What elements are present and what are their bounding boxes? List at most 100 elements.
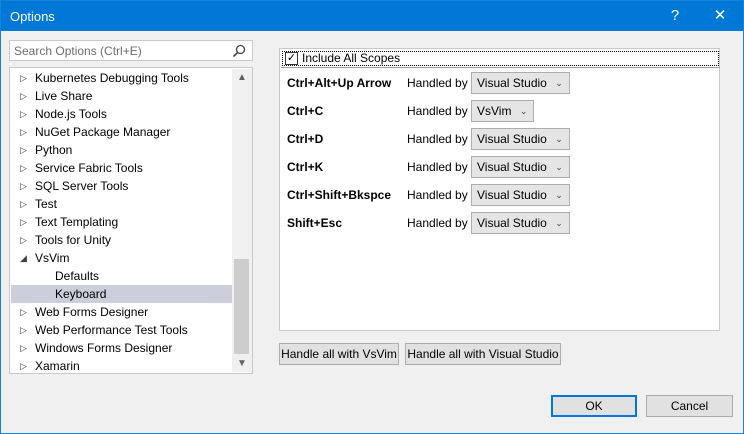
handled-by-label: Handled by xyxy=(407,76,468,90)
handled-by-label: Handled by xyxy=(407,160,468,174)
search-icon[interactable] xyxy=(231,43,247,59)
collapsed-arrow-icon[interactable]: ▷ xyxy=(20,123,30,141)
chevron-down-icon: ⌄ xyxy=(519,106,528,116)
handle-all-vsvim-button[interactable]: Handle all with VsVim xyxy=(279,343,399,365)
tree-item[interactable]: ▷ SQL Server Tools xyxy=(11,177,232,195)
key-binding-row: Shift+Esc Handled by Visual Studio ⌄ xyxy=(280,212,720,234)
handler-dropdown-value: Visual Studio xyxy=(477,216,547,230)
ok-button[interactable]: OK xyxy=(551,395,637,417)
tree-item[interactable]: ▷ NuGet Package Manager xyxy=(11,123,232,141)
collapsed-arrow-icon[interactable]: ▷ xyxy=(20,69,30,87)
collapsed-arrow-icon[interactable]: ▷ xyxy=(20,177,30,195)
key-combo-label: Ctrl+C xyxy=(287,104,324,118)
collapsed-arrow-icon[interactable]: ▷ xyxy=(20,357,30,373)
tree-item[interactable]: Keyboard xyxy=(11,285,232,303)
handler-dropdown[interactable]: Visual Studio ⌄ xyxy=(471,72,570,94)
tree-item-label: Web Forms Designer xyxy=(35,305,149,319)
collapsed-arrow-icon[interactable]: ▷ xyxy=(20,159,30,177)
handled-by-label: Handled by xyxy=(407,132,468,146)
handled-by-label: Handled by xyxy=(407,188,468,202)
collapsed-arrow-icon[interactable]: ▷ xyxy=(20,195,30,213)
title-bar: Options ? ✕ xyxy=(1,1,743,31)
key-combo-label: Ctrl+K xyxy=(287,160,324,174)
tree-item[interactable]: ▷ Kubernetes Debugging Tools xyxy=(11,69,232,87)
handler-dropdown[interactable]: VsVim ⌄ xyxy=(471,100,535,122)
handled-by-label: Handled by xyxy=(407,216,468,230)
tree-item[interactable]: ▷ Test xyxy=(11,195,232,213)
scroll-down-arrow-icon[interactable]: ▼ xyxy=(232,355,252,372)
handler-dropdown[interactable]: Visual Studio ⌄ xyxy=(471,212,570,234)
tree-item[interactable]: ▷ Xamarin xyxy=(11,357,232,373)
chevron-down-icon: ⌄ xyxy=(555,218,563,228)
key-binding-row: Ctrl+Alt+Up Arrow Handled by Visual Studio… xyxy=(280,72,720,94)
tree-item-label: Kubernetes Debugging Tools xyxy=(35,71,189,85)
handle-all-visual-studio-button[interactable]: Handle all with Visual Studio xyxy=(405,343,561,365)
scroll-up-arrow-icon[interactable]: ▲ xyxy=(232,69,252,86)
tree-item[interactable]: ▷ Text Templating xyxy=(11,213,232,231)
tree-item-label: Keyboard xyxy=(55,287,107,301)
handler-dropdown[interactable]: Visual Studio ⌄ xyxy=(471,184,570,206)
collapsed-arrow-icon[interactable]: ▷ xyxy=(20,231,30,249)
chevron-down-icon: ⌄ xyxy=(555,162,563,172)
tree-item-label: SQL Server Tools xyxy=(35,179,129,193)
keyboard-settings-panel: ✓ Include All Scopes Ctrl+Alt+Up Arrow Ha… xyxy=(279,48,720,331)
tree-item-label: Test xyxy=(35,197,58,211)
handler-dropdown-value: Visual Studio xyxy=(477,132,547,146)
key-combo-label: Shift+Esc xyxy=(287,216,343,230)
handler-dropdown-value: Visual Studio xyxy=(477,188,547,202)
key-combo-label: Ctrl+D xyxy=(287,132,324,146)
handler-dropdown[interactable]: Visual Studio ⌄ xyxy=(471,156,570,178)
tree-item-label: Defaults xyxy=(55,269,100,283)
search-box xyxy=(9,40,253,61)
tree-item-label: Web Performance Test Tools xyxy=(35,323,188,337)
collapsed-arrow-icon[interactable]: ▷ xyxy=(20,87,30,105)
tree-item-label: NuGet Package Manager xyxy=(35,125,171,139)
handler-dropdown-value: VsVim xyxy=(477,104,512,118)
scroll-thumb[interactable] xyxy=(234,259,249,354)
include-all-scopes-row[interactable]: ✓ Include All Scopes xyxy=(282,51,719,66)
key-binding-row: Ctrl+K Handled by Visual Studio ⌄ xyxy=(280,156,720,178)
tree-item[interactable]: ▷ Web Forms Designer xyxy=(11,303,232,321)
handler-dropdown-value: Visual Studio xyxy=(477,76,547,90)
tree-item[interactable]: ▷ Service Fabric Tools xyxy=(11,159,232,177)
help-button[interactable]: ? xyxy=(653,1,697,31)
tree-item[interactable]: ▷ Live Share xyxy=(11,87,232,105)
tree-item[interactable]: ▷ Tools for Unity xyxy=(11,231,232,249)
tree-item-label: VsVim xyxy=(35,251,70,265)
tree-item[interactable]: ▷ Python xyxy=(11,141,232,159)
collapsed-arrow-icon[interactable]: ▷ xyxy=(20,321,30,339)
key-combo-label: Ctrl+Alt+Up Arrow xyxy=(287,76,392,90)
tree-item-label: Windows Forms Designer xyxy=(35,341,173,355)
collapsed-arrow-icon[interactable]: ▷ xyxy=(20,141,30,159)
options-tree[interactable]: ▷ Kubernetes Debugging Tools ▷ Live Share ▷ N… xyxy=(9,67,253,374)
chevron-down-icon: ⌄ xyxy=(555,190,563,200)
window-title: Options xyxy=(10,9,55,24)
tree-item-label: Live Share xyxy=(35,89,93,103)
key-binding-row: Ctrl+C Handled by VsVim ⌄ xyxy=(280,100,720,122)
tree-item-label: Node.js Tools xyxy=(35,107,107,121)
tree-scrollbar[interactable]: ▲ ▼ xyxy=(232,69,252,372)
tree-item[interactable]: ▷ Node.js Tools xyxy=(11,105,232,123)
tree-item[interactable]: Defaults xyxy=(11,267,232,285)
include-all-scopes-checkbox[interactable]: ✓ xyxy=(285,52,298,65)
collapsed-arrow-icon[interactable]: ▷ xyxy=(20,339,30,357)
tree-item[interactable]: ▷ Windows Forms Designer xyxy=(11,339,232,357)
search-input[interactable] xyxy=(14,43,224,58)
tree-item[interactable]: ▷ Web Performance Test Tools xyxy=(11,321,232,339)
handler-dropdown-value: Visual Studio xyxy=(477,160,547,174)
expanded-arrow-icon[interactable]: ◢ xyxy=(20,249,30,267)
close-button[interactable]: ✕ xyxy=(698,1,742,31)
collapsed-arrow-icon[interactable]: ▷ xyxy=(20,303,30,321)
divider xyxy=(281,67,720,68)
tree-item[interactable]: ◢ VsVim xyxy=(11,249,232,267)
chevron-down-icon: ⌄ xyxy=(555,78,563,88)
tree-item-label: Service Fabric Tools xyxy=(35,161,143,175)
collapsed-arrow-icon[interactable]: ▷ xyxy=(20,213,30,231)
tree-item-label: Text Templating xyxy=(35,215,119,229)
key-combo-label: Ctrl+Shift+Bkspce xyxy=(287,188,392,202)
include-all-scopes-label[interactable]: Include All Scopes xyxy=(302,51,400,65)
handler-dropdown[interactable]: Visual Studio ⌄ xyxy=(471,128,570,150)
tree-item-label: Tools for Unity xyxy=(35,233,112,247)
collapsed-arrow-icon[interactable]: ▷ xyxy=(20,105,30,123)
cancel-button[interactable]: Cancel xyxy=(646,395,733,417)
